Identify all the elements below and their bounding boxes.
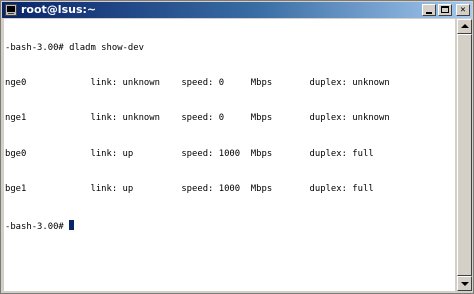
- terminal-line: bge1 link: up speed: 1000 Mbps duplex: f…: [5, 184, 374, 195]
- terminal-line: bge0 link: up speed: 1000 Mbps duplex: f…: [5, 148, 374, 159]
- minimize-button[interactable]: [422, 4, 436, 16]
- title-bar[interactable]: root@lsus:~ ✕: [2, 2, 472, 18]
- terminal-line: nge1 link: unknown speed: 0 Mbps duplex:…: [5, 113, 390, 124]
- maximize-icon: [441, 6, 449, 13]
- scroll-down-button[interactable]: [457, 276, 472, 291]
- terminal-line: -bash-3.00# dladm show-dev: [5, 42, 144, 53]
- arrow-down-icon: [461, 282, 469, 286]
- text-cursor: [69, 219, 75, 230]
- prompt-line[interactable]: -bash-3.00#: [5, 219, 390, 232]
- terminal-icon[interactable]: [5, 4, 17, 16]
- terminal-window: root@lsus:~ ✕ -bash-3.00# dladm show-dev…: [0, 0, 474, 294]
- scrollbar-thumb[interactable]: [457, 34, 472, 276]
- window-title: root@lsus:~: [21, 3, 97, 16]
- close-icon: ✕: [460, 5, 466, 15]
- terminal-line: nge0 link: unknown speed: 0 Mbps duplex:…: [5, 77, 390, 88]
- minimize-icon: [426, 12, 432, 14]
- terminal-lines: -bash-3.00# dladm show-dev nge0 link: un…: [5, 19, 390, 255]
- vertical-scrollbar[interactable]: [456, 19, 472, 291]
- maximize-button[interactable]: [438, 4, 452, 16]
- arrow-up-icon: [461, 24, 469, 28]
- close-button[interactable]: ✕: [456, 4, 470, 16]
- terminal-output[interactable]: -bash-3.00# dladm show-dev nge0 link: un…: [4, 19, 455, 291]
- scroll-up-button[interactable]: [457, 19, 472, 34]
- shell-prompt: -bash-3.00#: [5, 221, 70, 232]
